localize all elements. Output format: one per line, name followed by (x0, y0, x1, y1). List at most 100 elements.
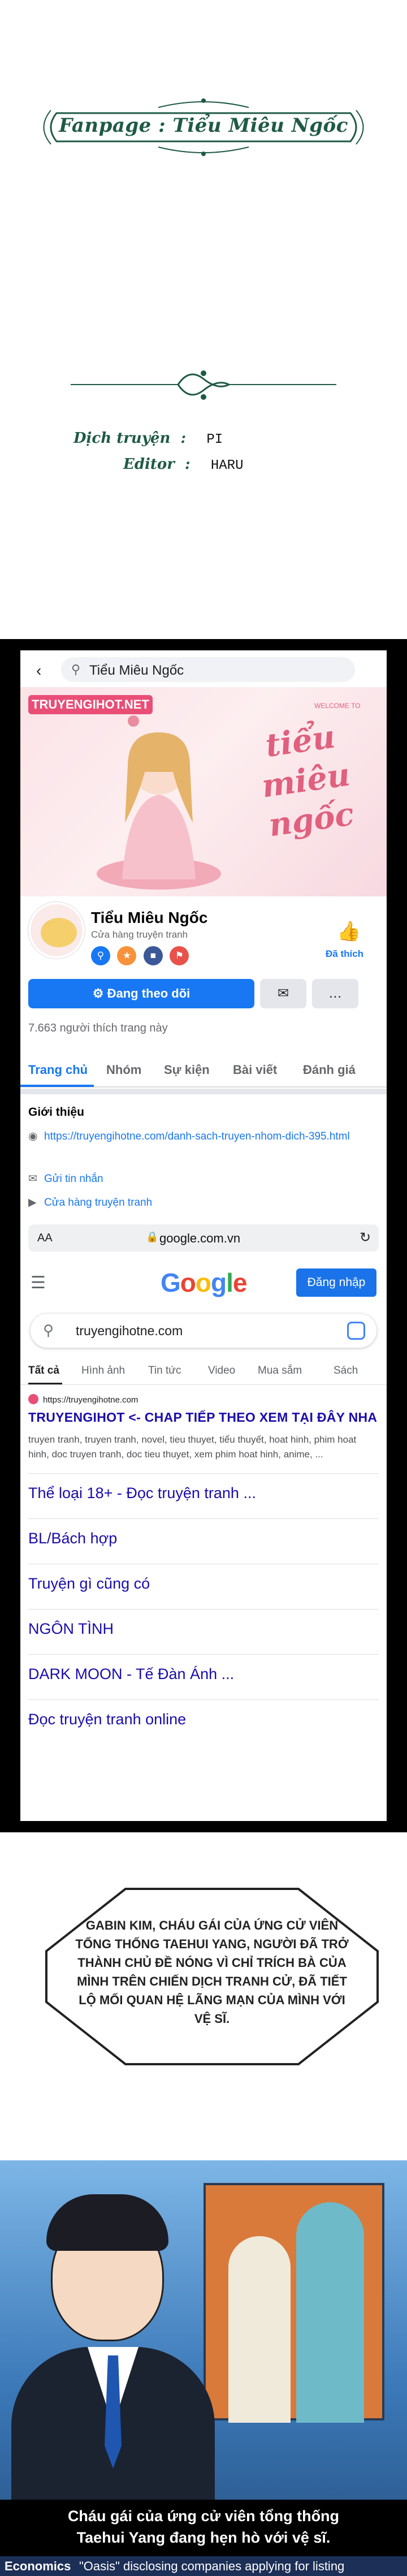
translator-label: Dịch truyện (73, 430, 171, 447)
editor-value: HARU (210, 458, 244, 473)
intro-website-link[interactable]: https://truyengihotne.com/danh-sach-truy… (44, 1130, 350, 1142)
fanpage-title: Fanpage : Tiểu Miêu Ngốc (59, 114, 348, 137)
intro-heading: Giới thiệu (28, 1106, 84, 1119)
page-badges: ⚲ ★ ■ ⚑ (91, 946, 193, 965)
lock-icon: 🔒 (146, 1231, 159, 1242)
globe-icon: ◉ (28, 1130, 38, 1142)
google-search-box[interactable]: ⚲ truyengihotne.com (31, 1314, 376, 1348)
more-dots-icon: … (328, 986, 342, 1001)
tv-screen-couple (204, 2183, 384, 2423)
intro-website-row[interactable]: ◉ https://truyengihotne.com/danh-sach-tru… (28, 1129, 379, 1144)
sitelink[interactable]: BL/Bách hợp (28, 1518, 379, 1557)
google-search-icon: ⚲ (43, 1322, 54, 1339)
translator-value: PI (206, 432, 223, 447)
google-logo: Google (161, 1268, 247, 1297)
active-tab-indicator (20, 1085, 94, 1087)
tag-icon: ▶ (28, 1197, 37, 1209)
following-button-label: Đang theo dõi (107, 986, 190, 1000)
more-options-button[interactable]: … (312, 979, 358, 1008)
google-tab-books[interactable]: Sách (334, 1365, 358, 1377)
page: Fanpage : Tiểu Miêu Ngốc Dịch truyện : P… (0, 0, 407, 2576)
result-title[interactable]: TRUYENGIHOT <- CHAP TIẾP THEO XEM TẠI ĐÂ… (28, 1410, 377, 1425)
manga-panel: GABIN KIM, CHÁU GÁI CỦA ỨNG CỬ VIÊN TỔNG… (0, 1832, 407, 2576)
news-anchor-hair (46, 2194, 168, 2251)
sitelink[interactable]: DARK MOON - Tế Đàn Ánh ... (28, 1654, 379, 1693)
cover-photo: TRUYENGIHOT.NET WELCOME TO tiểu miêu ngố… (20, 687, 387, 896)
intro-message-row[interactable]: ✉ Gửi tin nhắn (28, 1172, 103, 1185)
google-tab-video[interactable]: Video (208, 1365, 235, 1377)
liked-label[interactable]: Đã thích (326, 948, 363, 960)
google-tab-shopping[interactable]: Mua sắm (258, 1365, 302, 1377)
intro-category-link[interactable]: Cửa hàng truyện tranh (44, 1197, 152, 1209)
sitelink[interactable]: NGÔN TÌNH (28, 1609, 379, 1647)
star-badge-icon[interactable]: ★ (117, 946, 137, 965)
url-host: google.com.vn (159, 1231, 241, 1245)
store-badge-icon[interactable]: ■ (143, 946, 163, 965)
result-site-url[interactable]: https://truyengihotne.com (28, 1394, 138, 1405)
messenger-icon: ✉ (277, 986, 289, 1001)
reload-icon[interactable]: ↻ (360, 1229, 371, 1246)
google-tab-news[interactable]: Tin tức (148, 1365, 181, 1377)
result-site-text: https://truyengihotne.com (43, 1395, 138, 1405)
tab-reviews[interactable]: Đánh giá (303, 1063, 356, 1077)
thumbs-up-icon[interactable]: 👍 (337, 920, 361, 943)
fanpage-frame: Fanpage : Tiểu Miêu Ngốc (34, 90, 373, 164)
google-tabs: Tất cả Hình ảnh Tin tức Video Mua sắm Sá… (20, 1360, 387, 1385)
facebook-search-bar[interactable]: ⚲ Tiểu Miêu Ngốc (61, 657, 355, 682)
news-caption-line1: Cháu gái của ứng cử viên tổng thống (67, 2508, 340, 2525)
search-icon: ⚲ (71, 662, 81, 676)
tab-home[interactable]: Trang chủ (28, 1063, 88, 1077)
google-sign-in-button[interactable]: Đăng nhập (296, 1268, 376, 1297)
reader-aa-button[interactable]: AA (37, 1232, 53, 1245)
news-ticker: Economics "Oasis" disclosing companies a… (0, 2556, 407, 2576)
result-description: truyen tranh, truyen tranh, novel, tieu … (28, 1434, 357, 1460)
section-divider (20, 1089, 387, 1094)
google-sitelinks-panel: BL/Bách hợp Truyện gì cũng có NGÔN TÌNH … (20, 1518, 387, 1821)
browser-url-bar[interactable]: AA 🔒 google.com.vn ↻ (28, 1224, 379, 1252)
page-category: Cửa hàng truyện tranh (91, 929, 188, 940)
google-search-query: truyengihotne.com (76, 1323, 183, 1338)
editor-label: Editor (123, 456, 175, 473)
editor-colon: : (180, 456, 206, 473)
ticker-text: "Oasis" disclosing companies applying fo… (79, 2559, 345, 2573)
page-avatar[interactable] (28, 902, 85, 959)
facebook-page-body: Tiểu Miêu Ngốc Cửa hàng truyện tranh ⚲ ★… (20, 896, 387, 1518)
speech-bubble-text: GABIN KIM, CHÁU GÁI CỦA ỨNG CỬ VIÊN TỔNG… (75, 1918, 349, 2026)
following-button[interactable]: ⚙ Đang theo dõi (28, 979, 254, 1008)
tab-posts[interactable]: Bài viết (233, 1063, 277, 1077)
google-lens-icon[interactable] (347, 1322, 365, 1340)
sitelink[interactable]: Truyện gì cũng có (28, 1564, 379, 1602)
tab-groups[interactable]: Nhóm (106, 1063, 141, 1077)
ticker-label: Economics (5, 2559, 71, 2573)
translator-colon: : (175, 430, 202, 447)
phone-screenshot: ‹ ⚲ Tiểu Miêu Ngốc TRUYENGIHOT.NET WELCO… (0, 639, 407, 1832)
flag-badge-icon[interactable]: ⚑ (170, 946, 189, 965)
news-caption: Cháu gái của ứng cử viên tổng thống Taeh… (0, 2500, 407, 2556)
translator-credit: Dịch truyện : PI (73, 430, 223, 447)
google-header: ☰ Google Đăng nhập (20, 1263, 387, 1302)
tab-events[interactable]: Sự kiện (164, 1063, 210, 1077)
cover-welcome: WELCOME TO (314, 702, 361, 710)
likes-count: 7.663 người thích trang này (28, 1022, 168, 1034)
search-badge-icon[interactable]: ⚲ (91, 946, 110, 965)
news-caption-text: Cháu gái của ứng cử viên tổng thống Taeh… (0, 2505, 407, 2548)
site-favicon-icon (28, 1394, 38, 1404)
sitelink[interactable]: Thể loại 18+ - Đọc truyện tranh ... (28, 1473, 379, 1512)
intro-message-link[interactable]: Gửi tin nhắn (44, 1173, 103, 1185)
google-active-tab-indicator (28, 1383, 62, 1384)
page-tabs: Trang chủ Nhóm Sự kiện Bài viết Đánh giá (20, 1055, 387, 1088)
back-arrow-icon[interactable]: ‹ (36, 662, 41, 680)
cover-girl-illustration (97, 715, 221, 890)
facebook-top-bar: ‹ ⚲ Tiểu Miêu Ngốc (20, 650, 387, 687)
page-name: Tiểu Miêu Ngốc (91, 909, 208, 926)
news-caption-line2: Taehui Yang đang hẹn hò với vệ sĩ. (76, 2529, 331, 2546)
sitelink[interactable]: Đọc truyện tranh online (28, 1699, 379, 1738)
google-tab-all[interactable]: Tất cả (28, 1365, 59, 1377)
messenger-button[interactable]: ✉ (260, 979, 306, 1008)
hamburger-menu-icon[interactable]: ☰ (31, 1273, 46, 1293)
google-tab-images[interactable]: Hình ảnh (81, 1365, 125, 1377)
cover-title: tiểu miêu ngốc (259, 718, 357, 844)
facebook-search-query: Tiểu Miêu Ngốc (89, 663, 184, 678)
intro-category-row[interactable]: ▶ Cửa hàng truyện tranh (28, 1196, 152, 1209)
credits-section: Fanpage : Tiểu Miêu Ngốc Dịch truyện : P… (0, 0, 407, 639)
